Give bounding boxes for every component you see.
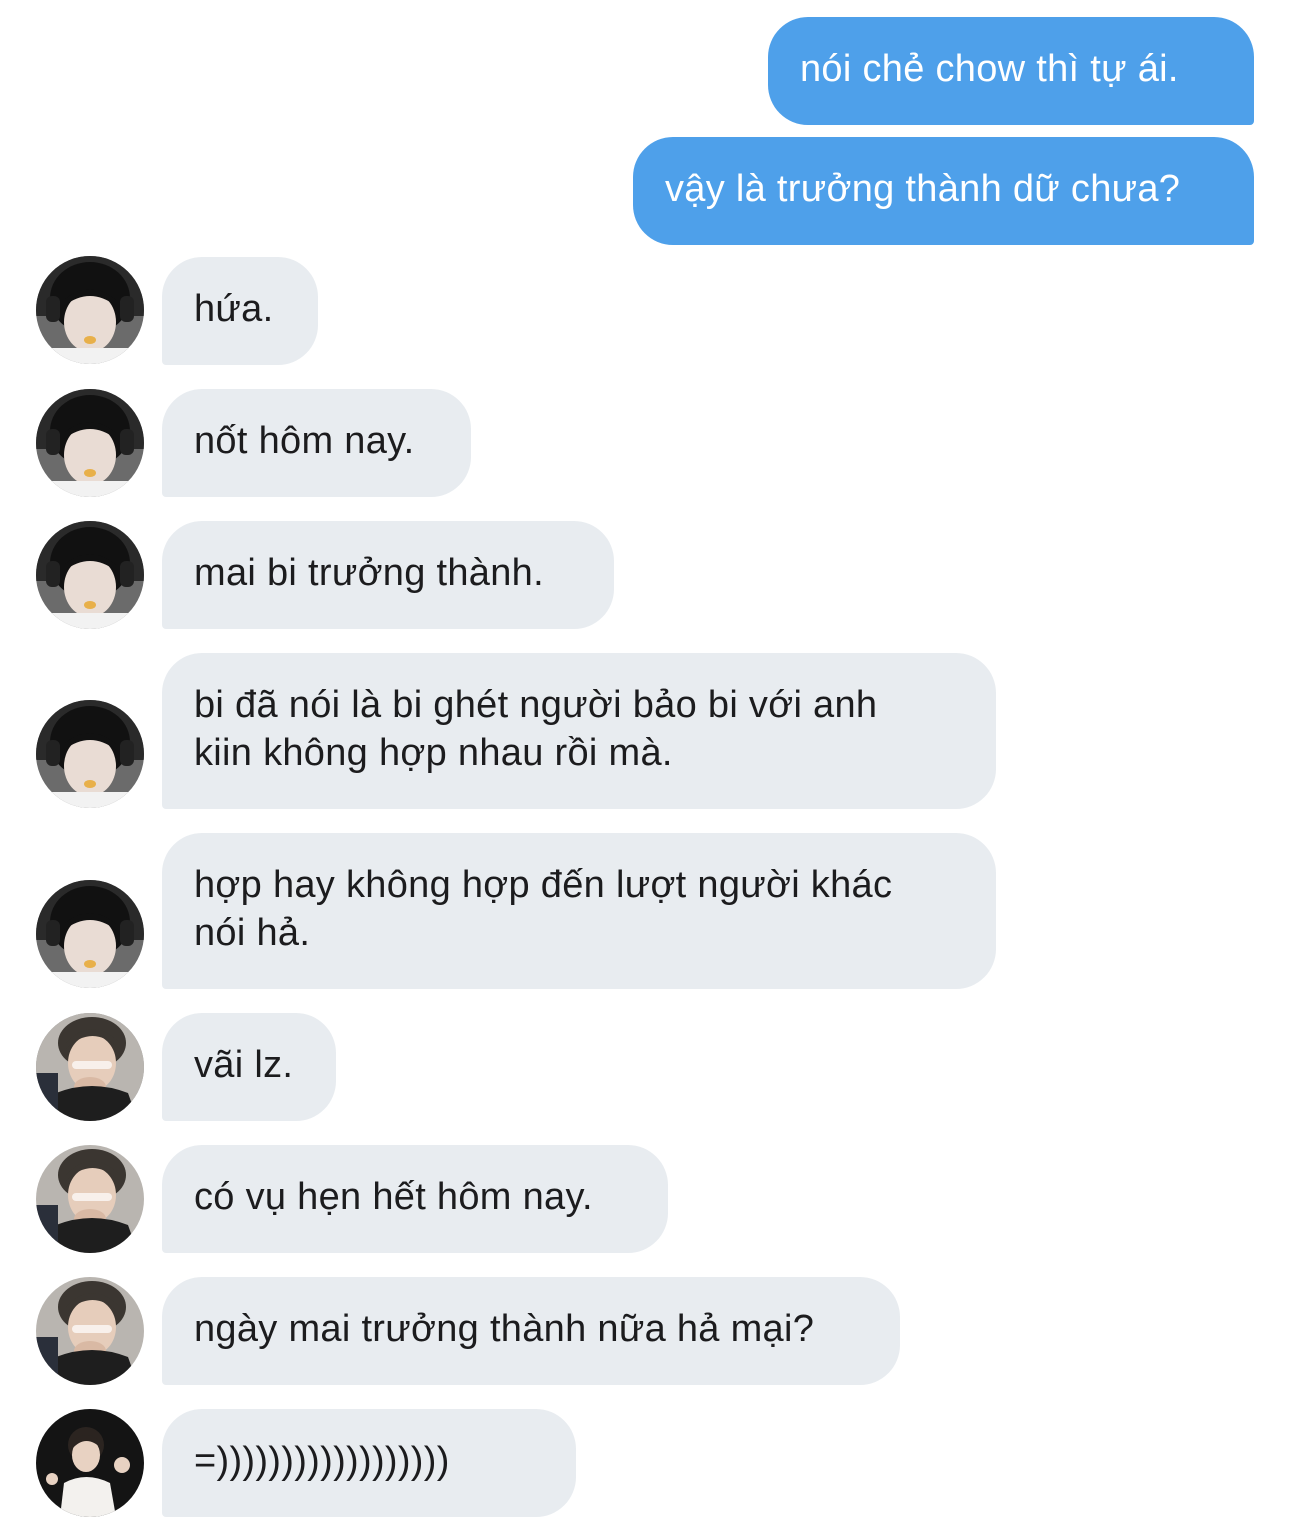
- message-bubble-received[interactable]: vãi lz.: [162, 1013, 336, 1121]
- avatar-photo: [36, 389, 144, 497]
- message-bubble-received[interactable]: ngày mai trưởng thành nữa hả mại?: [162, 1277, 900, 1385]
- user-avatar-b[interactable]: [36, 1013, 144, 1121]
- user-avatar-a[interactable]: [36, 256, 144, 364]
- user-avatar-a[interactable]: [36, 880, 144, 988]
- message-bubble-received[interactable]: mai bi trưởng thành.: [162, 521, 614, 629]
- avatar-photo: [36, 1409, 144, 1517]
- message-bubble-received[interactable]: hứa.: [162, 257, 318, 365]
- user-avatar-a[interactable]: [36, 521, 144, 629]
- avatar-photo: [36, 256, 144, 364]
- user-avatar-b[interactable]: [36, 1145, 144, 1253]
- message-bubble-received[interactable]: nốt hôm nay.: [162, 389, 471, 497]
- message-bubble-sent[interactable]: vậy là trưởng thành dữ chưa?: [633, 137, 1254, 245]
- user-avatar-c[interactable]: [36, 1409, 144, 1517]
- message-bubble-received[interactable]: bi đã nói là bi ghét người bảo bi với an…: [162, 653, 996, 809]
- avatar-photo: [36, 880, 144, 988]
- message-bubble-received[interactable]: có vụ hẹn hết hôm nay.: [162, 1145, 668, 1253]
- avatar-photo: [36, 1277, 144, 1385]
- message-bubble-received[interactable]: =)))))))))))))))))): [162, 1409, 576, 1517]
- avatar-photo: [36, 700, 144, 808]
- user-avatar-a[interactable]: [36, 700, 144, 808]
- user-avatar-b[interactable]: [36, 1277, 144, 1385]
- avatar-photo: [36, 1013, 144, 1121]
- user-avatar-a[interactable]: [36, 389, 144, 497]
- message-bubble-received[interactable]: hợp hay không hợp đến lượt người khác nó…: [162, 833, 996, 989]
- avatar-photo: [36, 1145, 144, 1253]
- message-bubble-sent[interactable]: nói chẻ chow thì tự ái.: [768, 17, 1254, 125]
- avatar-photo: [36, 521, 144, 629]
